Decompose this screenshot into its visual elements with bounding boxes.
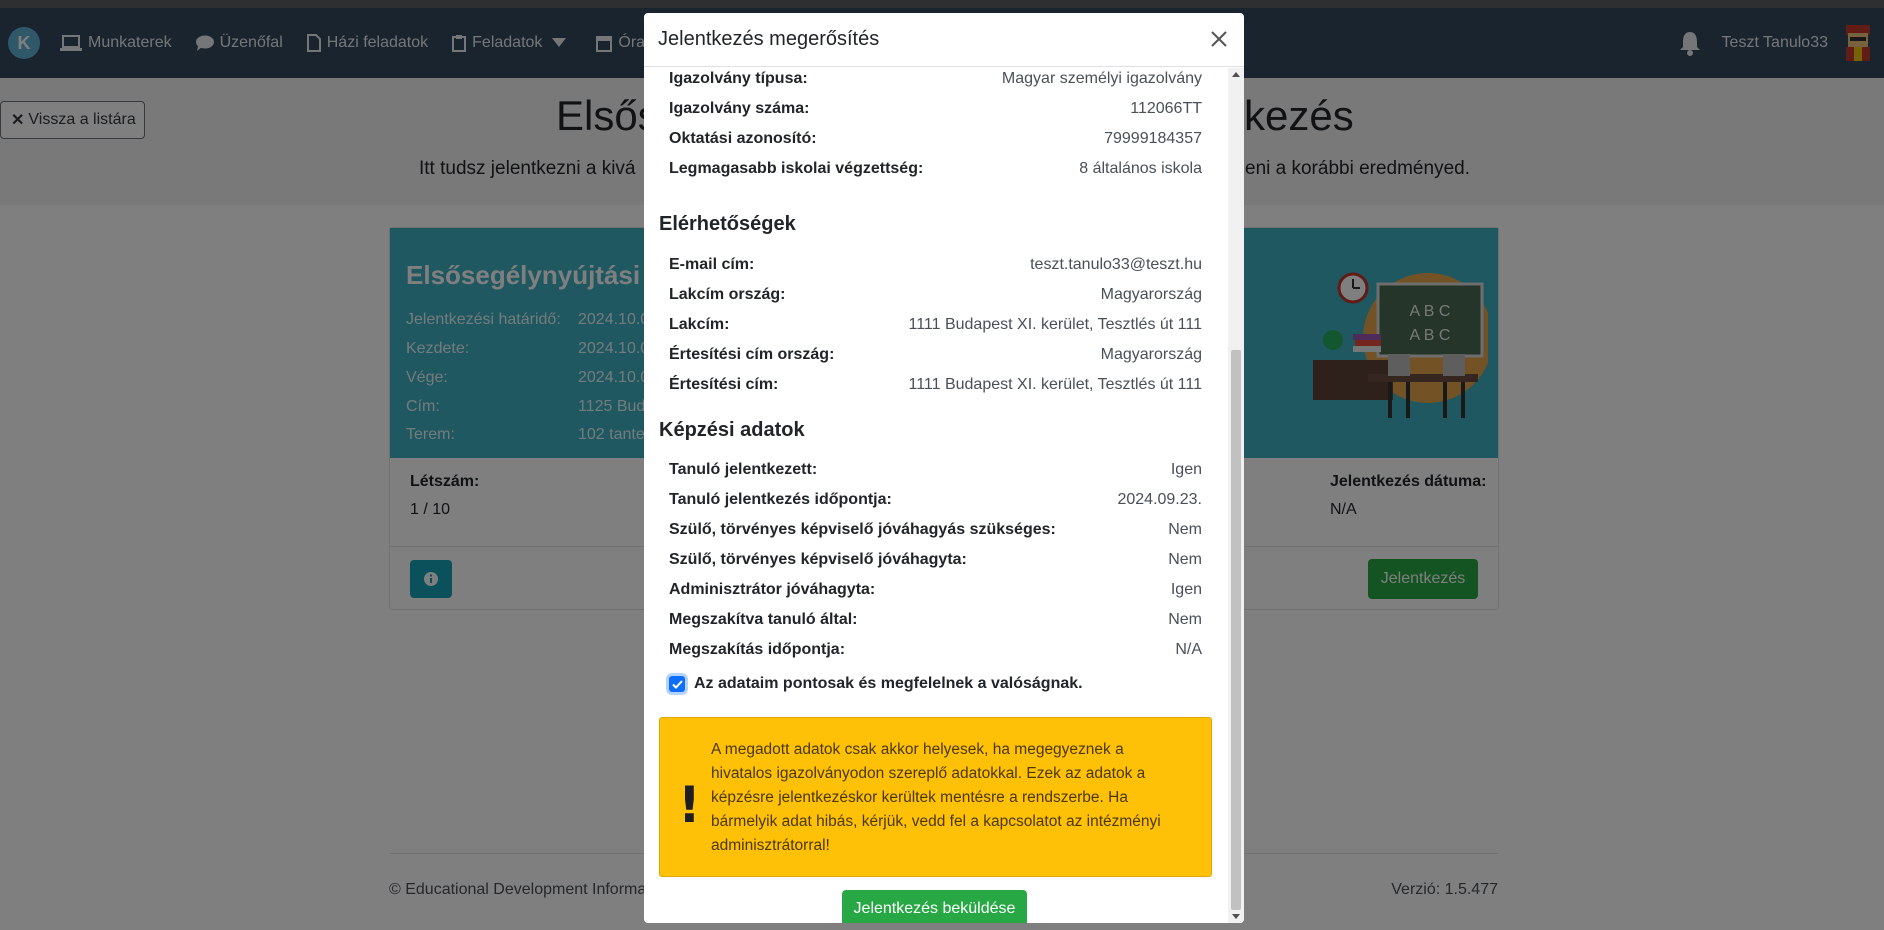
row-label: Értesítési cím: (669, 376, 779, 393)
row-label: Igazolvány száma: (669, 100, 810, 117)
identity-row: Oktatási azonosító: 79999184357 (669, 124, 1202, 154)
scroll-down-arrow-icon[interactable] (1232, 914, 1240, 919)
row-label: Megszakítva tanuló által: (669, 611, 858, 628)
contact-row: Lakcím ország: Magyarország (669, 280, 1202, 310)
training-row: Szülő, törvényes képviselő jóváhagyás sz… (669, 515, 1202, 545)
confirm-data-row: Az adataim pontosak és megfelelnek a val… (669, 675, 1083, 693)
row-value: Magyar személyi igazolvány (1001, 70, 1202, 87)
identity-row: Legmagasabb iskolai végzettség: 8 általán… (669, 154, 1202, 184)
row-label: Lakcím: (669, 316, 730, 333)
confirmation-modal: Jelentkezés megerősítés Igazolvány típus… (644, 13, 1244, 923)
modal-close-button[interactable] (1206, 26, 1232, 52)
training-row: Tanuló jelentkezés időpontja: 2024.09.23. (669, 485, 1202, 515)
row-value: 8 általános iskola (1079, 160, 1202, 177)
confirm-data-label[interactable]: Az adataim pontosak és megfelelnek a val… (694, 675, 1083, 693)
row-label: Szülő, törvényes képviselő jóváhagyta: (669, 551, 967, 568)
warning-alert: ! A megadott adatok csak akkor helyesek,… (659, 717, 1212, 877)
modal-body: Igazolvány típusa: Magyar személyi igazol… (644, 68, 1228, 923)
training-row: Megszakítva tanuló által: Nem (669, 605, 1202, 635)
training-section-title: Képzési adatok (659, 419, 805, 441)
row-label: Legmagasabb iskolai végzettség: (669, 160, 924, 177)
row-value: Magyarország (1100, 346, 1202, 363)
modal-header: Jelentkezés megerősítés (644, 13, 1244, 67)
row-label: Megszakítás időpontja: (669, 641, 846, 658)
row-label: Szülő, törvényes képviselő jóváhagyás sz… (669, 521, 1056, 538)
identity-row: Igazolvány száma: 112066TT (669, 94, 1202, 124)
warning-alert-text: A megadott adatok csak akkor helyesek, h… (711, 741, 1161, 854)
contact-row: Értesítési cím ország: Magyarország (669, 340, 1202, 370)
contact-section-title: Elérhetőségek (659, 213, 796, 235)
contact-row: Értesítési cím: 1111 Budapest XI. kerület… (669, 370, 1202, 400)
identity-row: Igazolvány típusa: Magyar személyi igazol… (669, 68, 1202, 94)
close-icon (1211, 31, 1227, 47)
row-value: 1111 Budapest XI. kerület, Tesztlés út 1… (908, 316, 1202, 333)
training-row: Adminisztrátor jóváhagyta: Igen (669, 575, 1202, 605)
row-value: 112066TT (1130, 100, 1202, 117)
row-label: Értesítési cím ország: (669, 346, 835, 363)
row-value: 1111 Budapest XI. kerület, Tesztlés út 1… (908, 376, 1202, 393)
row-value: N/A (1175, 641, 1202, 658)
training-row: Szülő, törvényes képviselő jóváhagyta: Ne… (669, 545, 1202, 575)
scroll-up-arrow-icon[interactable] (1232, 72, 1240, 77)
row-value: Magyarország (1100, 286, 1202, 303)
confirm-data-checkbox[interactable] (669, 676, 685, 692)
exclamation-icon: ! (678, 776, 701, 834)
row-label: Oktatási azonosító: (669, 130, 817, 147)
row-label: Tanuló jelentkezés időpontja: (669, 491, 892, 508)
row-value: 2024.09.23. (1117, 491, 1202, 508)
modal-title: Jelentkezés megerősítés (658, 28, 880, 50)
row-value: Igen (1170, 581, 1202, 598)
row-value: 79999184357 (1104, 130, 1202, 147)
training-row: Tanuló jelentkezett: Igen (669, 455, 1202, 485)
row-value: Nem (1168, 521, 1202, 538)
row-value: Nem (1168, 611, 1202, 628)
row-value: teszt.tanulo33@teszt.hu (1030, 256, 1202, 273)
submit-application-button[interactable]: Jelentkezés beküldése (842, 890, 1027, 923)
contact-row: E-mail cím: teszt.tanulo33@teszt.hu (669, 250, 1202, 280)
contact-row: Lakcím: 1111 Budapest XI. kerület, Tesztl… (669, 310, 1202, 340)
row-label: Igazolvány típusa: (669, 70, 808, 87)
scrollbar-thumb[interactable] (1231, 350, 1241, 910)
row-label: Tanuló jelentkezett: (669, 461, 818, 478)
row-label: Adminisztrátor jóváhagyta: (669, 581, 876, 598)
row-value: Igen (1170, 461, 1202, 478)
training-row: Megszakítás időpontja: N/A (669, 635, 1202, 665)
row-label: Lakcím ország: (669, 286, 786, 303)
row-label: E-mail cím: (669, 256, 755, 273)
row-value: Nem (1168, 551, 1202, 568)
modal-scrollbar[interactable] (1228, 68, 1244, 923)
checkmark-icon (671, 679, 683, 689)
